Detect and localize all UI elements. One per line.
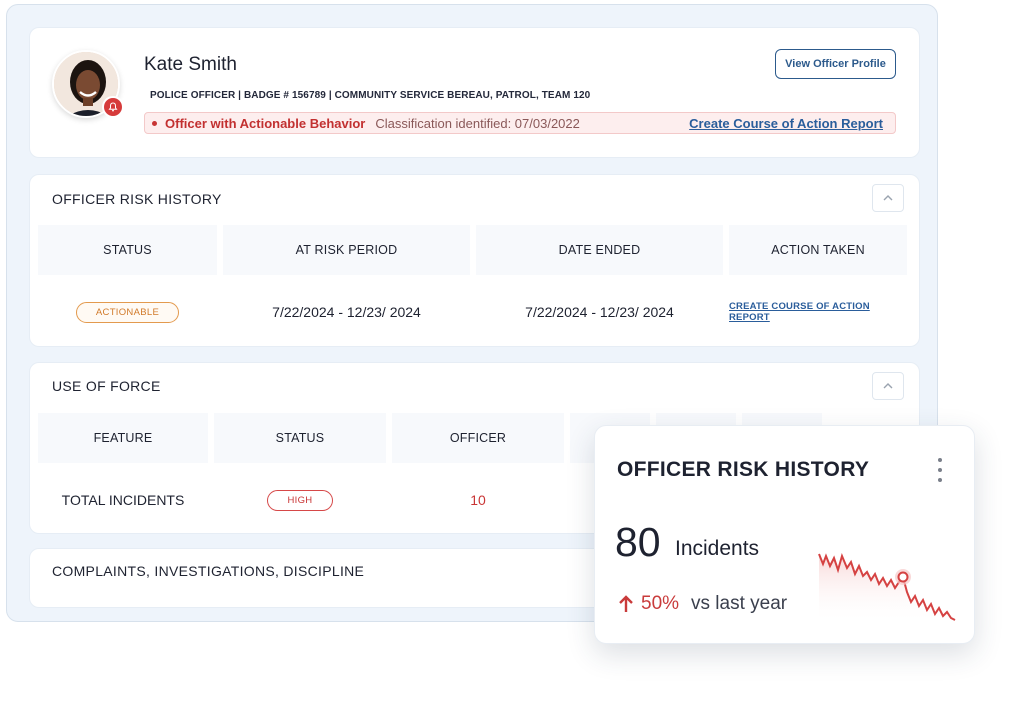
chevron-up-icon — [883, 383, 893, 389]
incident-trend-sparkline — [818, 552, 956, 624]
create-course-of-action-report-link[interactable]: CREATE COURSE OF ACTION REPORT — [729, 301, 907, 323]
feature-cell: TOTAL INCIDENTS — [61, 492, 185, 508]
widget-title: OFFICER RISK HISTORY — [617, 458, 870, 481]
section-title: OFFICER RISK HISTORY — [52, 191, 222, 207]
sparkline-highlight-point-dot — [897, 571, 909, 583]
alert-bullet-icon — [152, 120, 157, 126]
create-course-of-action-link[interactable]: Create Course of Action Report — [689, 116, 883, 131]
alert-classification: Classification identified: 07/03/2022 — [375, 115, 580, 131]
section-title: COMPLAINTS, INVESTIGATIONS, DISCIPLINE — [52, 563, 365, 579]
change-label: vs last year — [691, 593, 788, 614]
officer-name: Kate Smith — [144, 54, 237, 75]
officer-meta: POLICE OFFICER | BADGE # 156789 | COMMUN… — [150, 90, 591, 101]
risk-history-header: STATUS AT RISK PERIOD DATE ENDED ACTION … — [38, 225, 907, 275]
officer-count: 10 — [470, 492, 486, 508]
risk-history-section: OFFICER RISK HISTORY STATUS AT RISK PERI… — [29, 174, 920, 347]
view-officer-profile-button[interactable]: View Officer Profile — [775, 49, 896, 79]
bell-icon — [102, 96, 124, 118]
officer-profile-card: Kate Smith POLICE OFFICER | BADGE # 1567… — [29, 27, 920, 158]
officer-risk-history-widget: OFFICER RISK HISTORY 80 Incidents 50% vs… — [594, 425, 975, 644]
at-risk-period: 7/22/2024 - 12/23/ 2024 — [272, 304, 421, 320]
kebab-menu-icon[interactable] — [935, 458, 945, 482]
actionable-alert-bar: Officer with Actionable Behavior Classif… — [144, 112, 896, 134]
column-header: DATE ENDED — [476, 225, 723, 275]
status-badge: HIGH — [267, 489, 333, 511]
section-title: USE OF FORCE — [52, 378, 161, 394]
status-badge: ACTIONABLE — [76, 301, 179, 323]
chevron-up-icon — [883, 195, 893, 201]
column-header: FEATURE — [38, 413, 208, 463]
collapse-risk-history-button[interactable] — [872, 184, 904, 212]
column-header: OFFICER — [392, 413, 564, 463]
incident-count: 80 — [615, 519, 661, 565]
change-percent: 50% — [641, 593, 680, 614]
column-header: ACTION TAKEN — [729, 225, 907, 275]
incident-unit: Incidents — [675, 537, 760, 560]
date-ended: 7/22/2024 - 12/23/ 2024 — [525, 304, 674, 320]
alert-flag: Officer with Actionable Behavior — [165, 115, 366, 131]
arrow-up-icon — [619, 595, 633, 612]
year-over-year-change: 50% vs last year — [617, 593, 787, 615]
collapse-use-of-force-button[interactable] — [872, 372, 904, 400]
column-header: STATUS — [38, 225, 217, 275]
column-header: STATUS — [214, 413, 386, 463]
column-header: AT RISK PERIOD — [223, 225, 470, 275]
